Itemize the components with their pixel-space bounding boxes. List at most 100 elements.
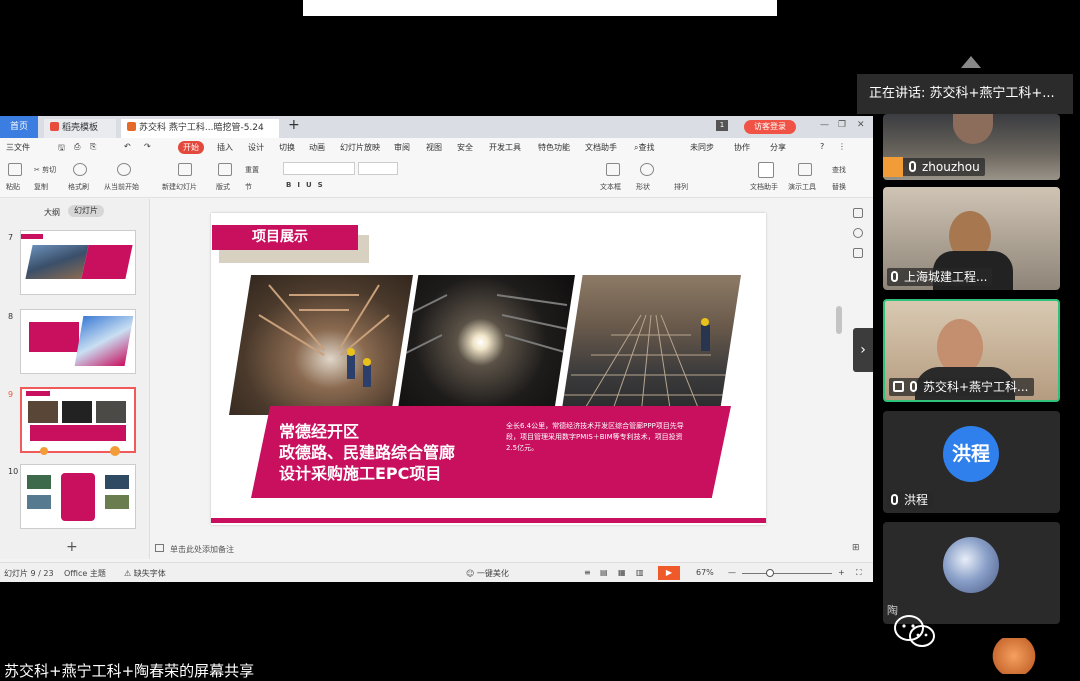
replace-button[interactable]: 替换 (832, 182, 846, 192)
font-name-field[interactable] (283, 162, 355, 175)
new-tab-icon[interactable]: + (288, 117, 300, 133)
zoom-level[interactable]: 67% (696, 568, 714, 577)
grid-icon[interactable]: ⊞ (852, 543, 860, 553)
beautify-button[interactable]: ☺ 一键美化 (466, 568, 509, 579)
notes-area[interactable]: 单击此处添加备注 ⊞ (150, 540, 860, 558)
zoom-in-icon[interactable]: + (838, 568, 845, 577)
slide-thumbnail-7[interactable] (20, 230, 136, 295)
menu-animation[interactable]: 动画 (309, 142, 325, 153)
add-slide-icon[interactable] (110, 446, 120, 456)
menu-review[interactable]: 审阅 (394, 142, 410, 153)
tab-template[interactable]: 稻壳模板 (44, 119, 116, 138)
font-style-buttons[interactable]: BIUS (286, 181, 329, 189)
preview-icon[interactable]: ⎘ (90, 142, 96, 152)
menu-transition[interactable]: 切换 (279, 142, 295, 153)
menu-home[interactable]: 开始 (178, 141, 204, 154)
participant-card-active[interactable]: 苏交科+燕宁工科... (883, 299, 1060, 402)
present-tool-button[interactable]: 演示工具 (788, 182, 816, 192)
shape-icon[interactable] (640, 163, 654, 176)
doc-helper-button[interactable]: 文档助手 (750, 182, 778, 192)
play-marker-icon[interactable] (40, 447, 48, 455)
tab-document[interactable]: 苏交科 燕宁工科...暗挖管-5.24 (121, 119, 279, 138)
tab-slides[interactable]: 幻灯片 (68, 205, 104, 217)
paste-icon[interactable] (8, 163, 22, 176)
backup-icon[interactable] (853, 248, 863, 258)
present-tool-icon[interactable] (798, 163, 812, 176)
thumb-photo (27, 475, 51, 489)
menu-security[interactable]: 安全 (457, 142, 473, 153)
section-button[interactable]: 节 (245, 182, 252, 192)
arrange-button[interactable]: 排列 (674, 182, 688, 192)
format-painter-button[interactable]: 格式刷 (68, 182, 89, 192)
window-count-icon[interactable]: 1 (716, 120, 728, 131)
menu-insert[interactable]: 插入 (217, 142, 233, 153)
find-button[interactable]: 查找 (832, 165, 846, 175)
restore-icon[interactable]: ❐ (838, 120, 846, 130)
print-icon[interactable]: ⎙ (74, 142, 80, 152)
reading-view-icon[interactable]: ▥ (636, 568, 644, 577)
slide-canvas[interactable]: 项目展示 常德经开区 政德路、民建路综合管廊 设计采购施工EPC项目 全长6.4… (211, 213, 766, 525)
menu-design[interactable]: 设计 (248, 142, 264, 153)
add-slide-plus-icon[interactable]: + (66, 539, 78, 555)
slide-thumbnail-9[interactable] (20, 387, 136, 453)
fit-window-icon[interactable]: ⛶ (856, 568, 862, 578)
zoom-slider[interactable] (742, 573, 832, 574)
theme-name[interactable]: Office 主题 (64, 568, 106, 579)
paste-button[interactable]: 粘贴 (6, 182, 20, 192)
project-title-line-3: 设计采购施工EPC项目 (279, 464, 442, 483)
more-icon[interactable]: ⋮ (838, 142, 846, 151)
collaborate-button[interactable]: 协作 (734, 142, 750, 153)
slide-thumbnail-10[interactable] (20, 464, 136, 529)
copy-button[interactable]: 复制 (34, 182, 48, 192)
notes-toggle-icon[interactable]: ≡ (584, 568, 591, 577)
play-from-current-button[interactable]: 从当前开始 (104, 182, 139, 192)
sync-status[interactable]: 未同步 (690, 142, 714, 153)
doc-helper-icon[interactable] (758, 162, 774, 178)
layout-button[interactable]: 版式 (216, 182, 230, 192)
participant-card[interactable]: 洪程 洪程 (883, 411, 1060, 513)
menu-dev-tools[interactable]: 开发工具 (489, 142, 521, 153)
minimize-icon[interactable]: — (820, 120, 829, 130)
menu-file[interactable]: 三文件 (6, 142, 30, 153)
layout-icon[interactable] (218, 163, 232, 176)
play-slideshow-icon[interactable]: ▶ (658, 566, 680, 580)
zoom-out-icon[interactable]: — (728, 568, 736, 577)
redo-icon[interactable]: ↷ (144, 142, 151, 151)
participant-card[interactable]: 陶 (883, 522, 1060, 624)
shape-button[interactable]: 形状 (636, 182, 650, 192)
tab-home[interactable]: 首页 (0, 116, 38, 138)
new-slide-button[interactable]: 新建幻灯片 (162, 182, 197, 192)
vertical-scrollbar[interactable] (836, 306, 842, 334)
participant-card[interactable]: zhouzhou (883, 114, 1060, 180)
undo-icon[interactable]: ↶ (124, 142, 131, 151)
collapse-panel-button[interactable]: › (853, 328, 873, 372)
menu-doc-helper[interactable]: 文档助手 (585, 142, 617, 153)
cut-button[interactable]: ✂ 剪切 (34, 165, 56, 175)
participant-card[interactable]: 上海城建工程... (883, 187, 1060, 290)
reset-button[interactable]: 重置 (245, 165, 259, 175)
menu-slideshow[interactable]: 幻灯片放映 (340, 142, 380, 153)
login-button[interactable]: 访客登录 (744, 120, 796, 134)
new-slide-icon[interactable] (178, 163, 192, 176)
menu-features[interactable]: 特色功能 (538, 142, 570, 153)
zoom-slider-handle[interactable] (766, 569, 774, 577)
normal-view-icon[interactable]: ▤ (600, 568, 608, 577)
menu-view[interactable]: 视图 (426, 142, 442, 153)
menu-find[interactable]: ⌕查找 (634, 142, 654, 153)
save-icon[interactable]: 🖫 (58, 142, 65, 156)
close-icon[interactable]: ✕ (857, 120, 865, 130)
property-icon[interactable] (853, 208, 863, 218)
slide-thumbnail-8[interactable] (20, 309, 136, 374)
pin-icon[interactable] (853, 228, 863, 238)
font-size-field[interactable] (358, 162, 398, 175)
format-painter-icon[interactable] (73, 163, 87, 176)
missing-font-button[interactable]: ⚠ 缺失字体 (124, 568, 166, 579)
share-button[interactable]: 分享 (770, 142, 786, 153)
textbox-icon[interactable] (606, 163, 620, 176)
textbox-button[interactable]: 文本框 (600, 182, 621, 192)
scroll-up-icon[interactable] (961, 56, 981, 68)
sorter-view-icon[interactable]: ▦ (618, 568, 626, 577)
play-icon[interactable] (117, 163, 131, 176)
help-icon[interactable]: ? (820, 142, 824, 151)
tab-outline[interactable]: 大纲 (44, 207, 60, 218)
